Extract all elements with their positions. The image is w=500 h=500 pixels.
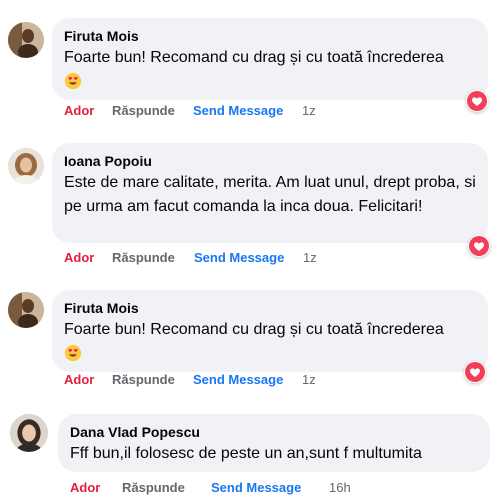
comment: Dana Vlad Popescu Fff bun,il folosesc de… — [0, 400, 500, 500]
like-link[interactable]: Ador — [64, 250, 94, 265]
avatar-photo-icon — [8, 292, 44, 328]
comment-bubble: Dana Vlad Popescu Fff bun,il folosesc de… — [58, 414, 490, 472]
send-message-link[interactable]: Send Message — [193, 103, 283, 118]
comment-author[interactable]: Firuta Mois — [64, 26, 476, 46]
comment-text: Foarte bun! Recomand cu drag și cu toată… — [64, 321, 444, 338]
reply-link[interactable]: Răspunde — [112, 250, 175, 265]
heart-reaction-icon[interactable] — [468, 235, 490, 257]
avatar-photo-icon — [10, 414, 48, 452]
comment-text: Fff bun,il folosesc de peste un an,sunt … — [70, 445, 422, 462]
comment-author[interactable]: Ioana Popoiu — [64, 151, 476, 171]
comment-timestamp[interactable]: 1z — [302, 103, 316, 118]
comment-timestamp[interactable]: 1z — [302, 372, 316, 387]
comment-bubble: Firuta Mois Foarte bun! Recomand cu drag… — [52, 290, 488, 372]
comment-text: Este de mare calitate, merita. Am luat u… — [64, 174, 476, 215]
like-link[interactable]: Ador — [70, 480, 100, 495]
send-message-link[interactable]: Send Message — [193, 372, 283, 387]
comment-bubble: Firuta Mois Foarte bun! Recomand cu drag… — [52, 18, 488, 100]
send-message-link[interactable]: Send Message — [194, 250, 284, 265]
heart-reaction-icon[interactable] — [464, 361, 486, 383]
send-message-link[interactable]: Send Message — [211, 480, 301, 495]
heart-eyes-emoji-icon — [64, 344, 82, 362]
reply-link[interactable]: Răspunde — [112, 103, 175, 118]
reply-link[interactable]: Răspunde — [112, 372, 175, 387]
avatar-photo-icon — [8, 22, 44, 58]
avatar[interactable] — [8, 292, 44, 328]
avatar[interactable] — [8, 148, 44, 184]
comment-timestamp[interactable]: 1z — [303, 250, 317, 265]
comment-bubble: Ioana Popoiu Este de mare calitate, meri… — [52, 143, 488, 243]
reply-link[interactable]: Răspunde — [122, 480, 185, 495]
comment-text: Foarte bun! Recomand cu drag și cu toată… — [64, 49, 444, 66]
comment-timestamp[interactable]: 16h — [329, 480, 351, 495]
heart-eyes-emoji-icon — [64, 72, 82, 90]
heart-reaction-icon[interactable] — [466, 90, 488, 112]
avatar-photo-icon — [8, 148, 44, 184]
comment-author[interactable]: Dana Vlad Popescu — [70, 422, 478, 442]
like-link[interactable]: Ador — [64, 103, 94, 118]
comment: Firuta Mois Foarte bun! Recomand cu drag… — [0, 0, 500, 125]
comment: Ioana Popoiu Este de mare calitate, meri… — [0, 130, 500, 275]
like-link[interactable]: Ador — [64, 372, 94, 387]
comment-author[interactable]: Firuta Mois — [64, 298, 476, 318]
comment: Firuta Mois Foarte bun! Recomand cu drag… — [0, 277, 500, 397]
avatar[interactable] — [8, 22, 44, 58]
avatar[interactable] — [10, 414, 48, 452]
